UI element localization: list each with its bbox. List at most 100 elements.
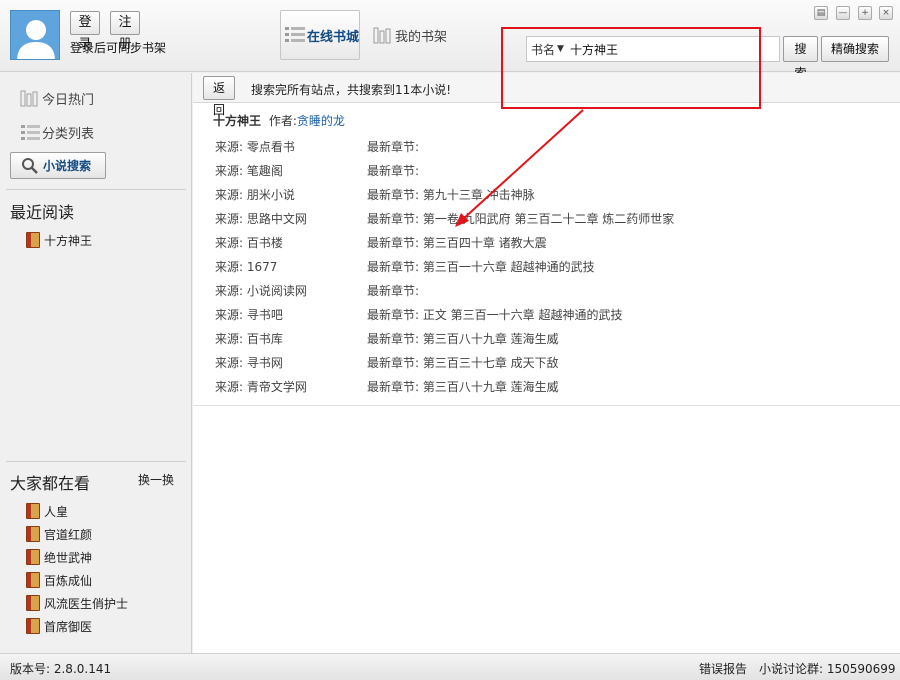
result-row[interactable]: 来源: 笔趣阁 最新章节:	[215, 160, 875, 180]
recent-book-item[interactable]: 十方神王	[26, 231, 92, 249]
result-row[interactable]: 来源: 1677 最新章节: 第三百一十六章 超越神通的武技	[215, 256, 875, 276]
result-row[interactable]: 来源: 寻书吧 最新章节: 正文 第三百一十六章 超越神通的武技	[215, 304, 875, 324]
bookshelf-list-icon	[285, 27, 305, 42]
book-icon	[26, 549, 40, 565]
book-icon	[26, 595, 40, 611]
tab-online-bookstore[interactable]: 在线书城	[280, 10, 360, 60]
register-button[interactable]: 注册	[110, 11, 140, 52]
search-button[interactable]: 搜索	[783, 36, 818, 80]
top-header: 登录 注册 登录后可同步书架 在线书城 我的书架 书名 ▼ 搜索 精确搜索 ▤ …	[0, 0, 900, 80]
change-batch-link[interactable]: 换一换	[138, 471, 174, 488]
main-panel: 返回 搜索完所有站点，共搜索到11本小说! 十方神王 作者:贪睡的龙 来源: 零…	[193, 73, 900, 653]
result-row[interactable]: 来源: 零点看书 最新章节:	[215, 136, 875, 156]
sidebar-item-label: 小说搜索	[43, 159, 92, 173]
book-icon	[26, 572, 40, 588]
book-icon	[26, 232, 40, 248]
book-header: 十方神王 作者:贪睡的龙	[213, 112, 345, 129]
book-icon	[26, 526, 40, 542]
result-source[interactable]: 来源: 百书库	[215, 330, 283, 347]
book-label: 十方神王	[44, 233, 93, 248]
result-source[interactable]: 来源: 1677	[215, 258, 277, 275]
result-latest-chapter[interactable]: 最新章节: 第三百一十六章 超越神通的武技	[367, 258, 595, 275]
exact-search-button[interactable]: 精确搜索	[821, 36, 889, 62]
result-source[interactable]: 来源: 寻书吧	[215, 306, 283, 323]
result-latest-chapter[interactable]: 最新章节: 第九十三章 冲击神脉	[367, 186, 535, 203]
divider	[6, 189, 186, 190]
tab-my-bookshelf[interactable]: 我的书架	[373, 10, 453, 60]
author-prefix: 作者:	[268, 114, 297, 128]
result-source[interactable]: 来源: 思路中文网	[215, 210, 307, 227]
result-row[interactable]: 来源: 小说阅读网 最新章节:	[215, 280, 875, 300]
book-title[interactable]: 十方神王	[213, 114, 261, 128]
result-source[interactable]: 来源: 朋米小说	[215, 186, 295, 203]
author-link[interactable]: 贪睡的龙	[297, 114, 345, 128]
tab-shelf-label: 我的书架	[395, 29, 448, 45]
result-source[interactable]: 来源: 小说阅读网	[215, 282, 307, 299]
book-label: 绝世武神	[44, 550, 93, 565]
popular-book-item[interactable]: 风流医生俏护士	[26, 594, 128, 612]
close-icon[interactable]: ×	[879, 6, 893, 20]
login-button[interactable]: 登录	[70, 11, 100, 52]
list-icon	[21, 125, 40, 140]
error-report-link[interactable]: 错误报告	[699, 660, 747, 677]
result-source[interactable]: 来源: 寻书网	[215, 354, 283, 371]
result-row[interactable]: 来源: 青帝文学网 最新章节: 第三百八十九章 莲海生威	[215, 376, 875, 396]
result-latest-chapter[interactable]: 最新章节:	[367, 138, 419, 155]
result-latest-chapter[interactable]: 最新章节: 第三百八十九章 莲海生威	[367, 330, 559, 347]
version-label: 版本号: 2.8.0.141	[10, 662, 112, 676]
book-label: 首席御医	[44, 619, 93, 634]
result-latest-chapter[interactable]: 最新章节: 第三百八十九章 莲海生威	[367, 378, 559, 395]
result-latest-chapter[interactable]: 最新章节: 第一卷 九阳武府 第三百二十二章 炼二药师世家	[367, 210, 674, 227]
result-row[interactable]: 来源: 百书库 最新章节: 第三百八十九章 莲海生威	[215, 328, 875, 348]
result-latest-chapter[interactable]: 最新章节: 第三百三十七章 成天下敌	[367, 354, 559, 371]
sync-hint: 登录后可同步书架	[70, 41, 167, 55]
user-silhouette-icon	[17, 20, 55, 59]
result-latest-chapter[interactable]: 最新章节: 第三百四十章 诸教大震	[367, 234, 547, 251]
results-divider	[193, 405, 900, 406]
sidebar: 今日热门 分类列表 小说搜索 最近阅读 十方神王 大家都在看 换一换 人皇 官道…	[0, 73, 192, 653]
result-source[interactable]: 来源: 百书楼	[215, 234, 283, 251]
search-icon	[22, 157, 38, 174]
annotation-highlight-box	[501, 27, 761, 109]
result-latest-chapter[interactable]: 最新章节:	[367, 282, 419, 299]
popular-book-item[interactable]: 首席御医	[26, 617, 92, 635]
book-icon	[26, 618, 40, 634]
result-source[interactable]: 来源: 零点看书	[215, 138, 295, 155]
result-latest-chapter[interactable]: 最新章节:	[367, 162, 419, 179]
result-latest-chapter[interactable]: 最新章节: 正文 第三百一十六章 超越神通的武技	[367, 306, 623, 323]
result-row[interactable]: 来源: 思路中文网 最新章节: 第一卷 九阳武府 第三百二十二章 炼二药师世家	[215, 208, 875, 228]
popular-book-item[interactable]: 百炼成仙	[26, 571, 92, 589]
avatar[interactable]	[10, 10, 60, 60]
result-source[interactable]: 来源: 青帝文学网	[215, 378, 307, 395]
result-row[interactable]: 来源: 朋米小说 最新章节: 第九十三章 冲击神脉	[215, 184, 875, 204]
book-label: 风流医生俏护士	[44, 596, 129, 611]
result-row[interactable]: 来源: 百书楼 最新章节: 第三百四十章 诸教大震	[215, 232, 875, 252]
result-source[interactable]: 来源: 笔趣阁	[215, 162, 283, 179]
discussion-group-label: 小说讨论群: 150590699	[759, 662, 896, 676]
popular-book-item[interactable]: 绝世武神	[26, 548, 92, 566]
back-button[interactable]: 返回	[203, 76, 235, 117]
divider	[6, 461, 186, 462]
status-bar: 版本号: 2.8.0.141 错误报告 小说讨论群: 150590699	[0, 653, 900, 680]
book-label: 人皇	[44, 504, 69, 519]
tab-online-label: 在线书城	[307, 29, 360, 45]
bookshelf-icon	[373, 27, 391, 44]
maximize-icon[interactable]: +	[858, 6, 872, 20]
search-status-text: 搜索完所有站点，共搜索到11本小说!	[251, 83, 452, 97]
recent-reading-title: 最近阅读	[10, 203, 75, 222]
result-row[interactable]: 来源: 寻书网 最新章节: 第三百三十七章 成天下敌	[215, 352, 875, 372]
popular-book-item[interactable]: 官道红颜	[26, 525, 92, 543]
minimize-icon[interactable]: —	[836, 6, 850, 20]
skin-icon[interactable]: ▤	[814, 6, 828, 20]
sidebar-item-label: 分类列表	[42, 126, 95, 142]
book-label: 百炼成仙	[44, 573, 93, 588]
popular-title: 大家都在看	[10, 474, 91, 493]
sidebar-item-hot[interactable]: 今日热门	[20, 87, 94, 109]
sidebar-item-label: 今日热门	[42, 92, 95, 108]
popular-book-item[interactable]: 人皇	[26, 502, 68, 520]
sidebar-item-categories[interactable]: 分类列表	[20, 121, 94, 143]
bookshelf-icon	[20, 90, 38, 107]
book-icon	[26, 503, 40, 519]
sidebar-item-novel-search[interactable]: 小说搜索	[10, 152, 106, 179]
book-label: 官道红颜	[44, 527, 93, 542]
